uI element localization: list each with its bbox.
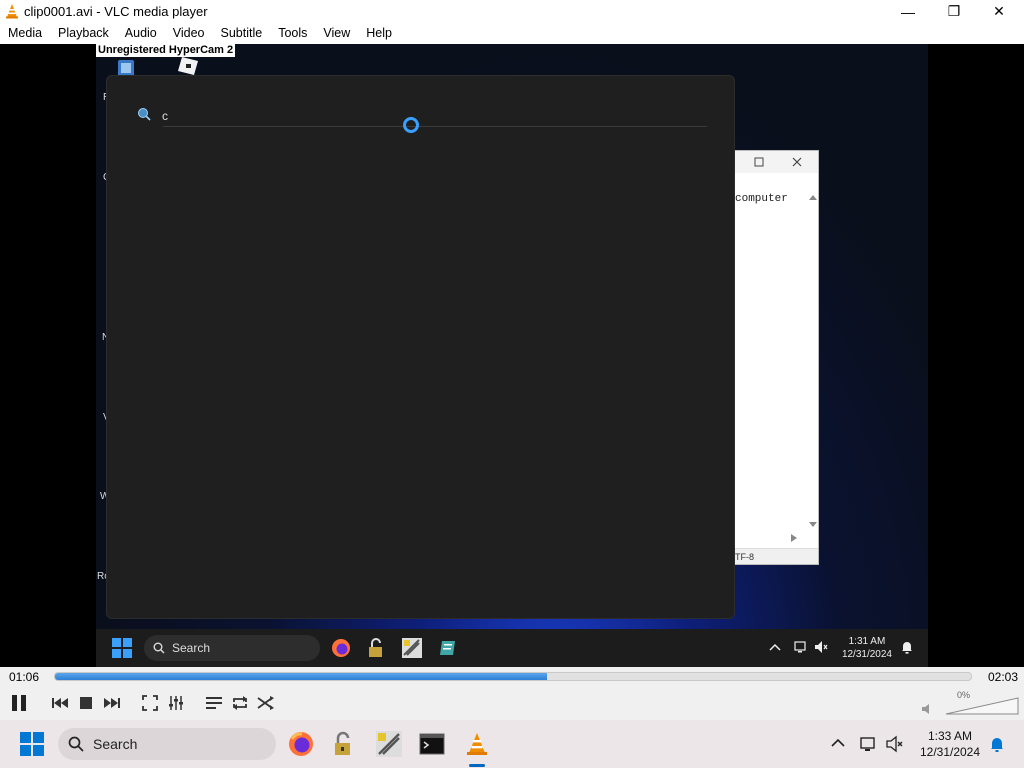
minimize-button[interactable]: — xyxy=(885,0,931,23)
menu-media[interactable]: Media xyxy=(0,23,50,44)
taskbar-time: 1:33 AM xyxy=(927,729,973,743)
pause-icon xyxy=(12,695,26,711)
speaker-muted-icon xyxy=(815,641,828,653)
notification-bell-icon[interactable] xyxy=(988,735,1006,753)
recorded-search-label: Search xyxy=(172,641,211,655)
volume-speaker-icon[interactable] xyxy=(921,703,933,715)
taskbar-clock[interactable]: 1:33 AM 12/31/2024 xyxy=(914,728,986,760)
search-underline xyxy=(163,126,707,127)
skip-next-icon xyxy=(104,698,120,708)
total-duration: 02:03 xyxy=(988,670,1019,684)
padlock-app-icon xyxy=(369,638,382,657)
taskbar-search-label: Search xyxy=(93,736,138,752)
taskbar-search-box[interactable]: Search xyxy=(58,728,276,760)
loading-spinner-icon xyxy=(403,117,419,133)
pause-button[interactable] xyxy=(6,690,32,716)
close-icon xyxy=(792,157,802,167)
search-query-text: c xyxy=(162,109,168,123)
stop-button[interactable] xyxy=(75,692,97,714)
notepad-scrollbar xyxy=(809,195,817,527)
active-app-indicator xyxy=(469,764,485,767)
padlock-app-icon xyxy=(335,731,350,755)
vlc-cone-icon xyxy=(6,4,18,19)
recorded-time: 1:31 AM xyxy=(848,636,886,647)
playback-controls: 0% xyxy=(0,687,1024,720)
hypercam-watermark: Unregistered HyperCam 2 xyxy=(96,44,236,57)
menu-audio[interactable]: Audio xyxy=(117,23,165,44)
menu-subtitle[interactable]: Subtitle xyxy=(213,23,271,44)
menu-bar: Media Playback Audio Video Subtitle Tool… xyxy=(0,23,1024,44)
close-button[interactable]: ✕ xyxy=(976,0,1022,23)
recorded-desktop: Unregistered HyperCam 2 R C N V W Ro com… xyxy=(96,44,928,667)
roblox-icon xyxy=(178,57,198,75)
loop-icon xyxy=(233,696,247,710)
maximize-icon xyxy=(754,157,764,167)
seek-row: 01:06 02:03 xyxy=(0,667,1024,687)
elapsed-time: 01:06 xyxy=(9,670,40,684)
shuffle-button[interactable] xyxy=(255,692,277,714)
stop-icon xyxy=(80,697,92,709)
chevron-up-icon[interactable] xyxy=(831,738,845,748)
menu-playback[interactable]: Playback xyxy=(50,23,117,44)
network-icon[interactable] xyxy=(860,735,878,753)
window-title: clip0001.avi - VLC media player xyxy=(24,4,208,19)
search-icon xyxy=(138,108,151,121)
menu-help[interactable]: Help xyxy=(358,23,400,44)
taskbar-date: 12/31/2024 xyxy=(919,745,981,759)
vlc-cone-icon xyxy=(467,733,487,755)
maximize-button[interactable]: ❐ xyxy=(931,0,977,23)
firefox-icon xyxy=(332,639,350,657)
firefox-icon xyxy=(289,732,313,756)
hypercam-app-icon xyxy=(376,731,402,757)
previous-button[interactable] xyxy=(49,692,71,714)
skip-previous-icon xyxy=(52,698,68,708)
taskbar-padlock-app[interactable] xyxy=(327,728,359,760)
notepad-titlebar xyxy=(733,151,818,173)
speaker-muted-icon[interactable] xyxy=(886,735,904,753)
menu-view[interactable]: View xyxy=(315,23,358,44)
video-area[interactable]: Unregistered HyperCam 2 R C N V W Ro com… xyxy=(0,44,1024,667)
notification-bell-icon xyxy=(902,642,912,654)
equalizer-icon xyxy=(169,696,183,710)
volume-slider[interactable] xyxy=(944,696,1020,716)
taskbar-terminal[interactable] xyxy=(416,728,448,760)
seek-slider[interactable] xyxy=(54,672,972,681)
windows-start-icon xyxy=(112,638,132,658)
notepad-text: computer xyxy=(735,193,788,205)
next-button[interactable] xyxy=(101,692,123,714)
windows-taskbar: Search 1:33 AM 12/31/2024 xyxy=(0,720,1024,768)
title-bar: clip0001.avi - VLC media player — ❐ ✕ xyxy=(0,0,1024,23)
notepad-window: computer TF-8 xyxy=(732,150,819,565)
notepad-app-icon xyxy=(440,641,455,655)
playlist-button[interactable] xyxy=(203,692,225,714)
extended-settings-button[interactable] xyxy=(165,692,187,714)
shuffle-icon xyxy=(257,696,274,710)
playlist-icon xyxy=(206,697,222,709)
recorded-clock: 1:31 AM 12/31/2024 xyxy=(842,635,892,661)
recorded-date: 12/31/2024 xyxy=(841,649,892,660)
loop-button[interactable] xyxy=(229,692,251,714)
search-icon xyxy=(68,736,84,752)
seek-progress-fill xyxy=(55,673,547,680)
menu-video[interactable]: Video xyxy=(165,23,213,44)
search-icon xyxy=(153,642,165,654)
windows-start-button[interactable] xyxy=(20,732,44,756)
terminal-icon xyxy=(419,733,445,755)
start-search-panel: c xyxy=(106,75,735,619)
chevron-up-icon xyxy=(769,643,781,651)
taskbar-hypercam[interactable] xyxy=(373,728,405,760)
menu-tools[interactable]: Tools xyxy=(270,23,315,44)
recorded-taskbar: Search 1:31 AM 12/31/2024 xyxy=(96,629,928,667)
hypercam-app-icon xyxy=(402,638,422,658)
taskbar-firefox[interactable] xyxy=(285,728,317,760)
fullscreen-icon xyxy=(142,695,158,711)
fullscreen-button[interactable] xyxy=(139,692,161,714)
network-icon xyxy=(794,641,806,653)
notepad-statusbar: TF-8 xyxy=(733,548,818,564)
taskbar-vlc[interactable] xyxy=(461,728,493,760)
recorded-search-box: Search xyxy=(144,635,320,661)
hscroll-arrow-icon xyxy=(791,534,797,542)
